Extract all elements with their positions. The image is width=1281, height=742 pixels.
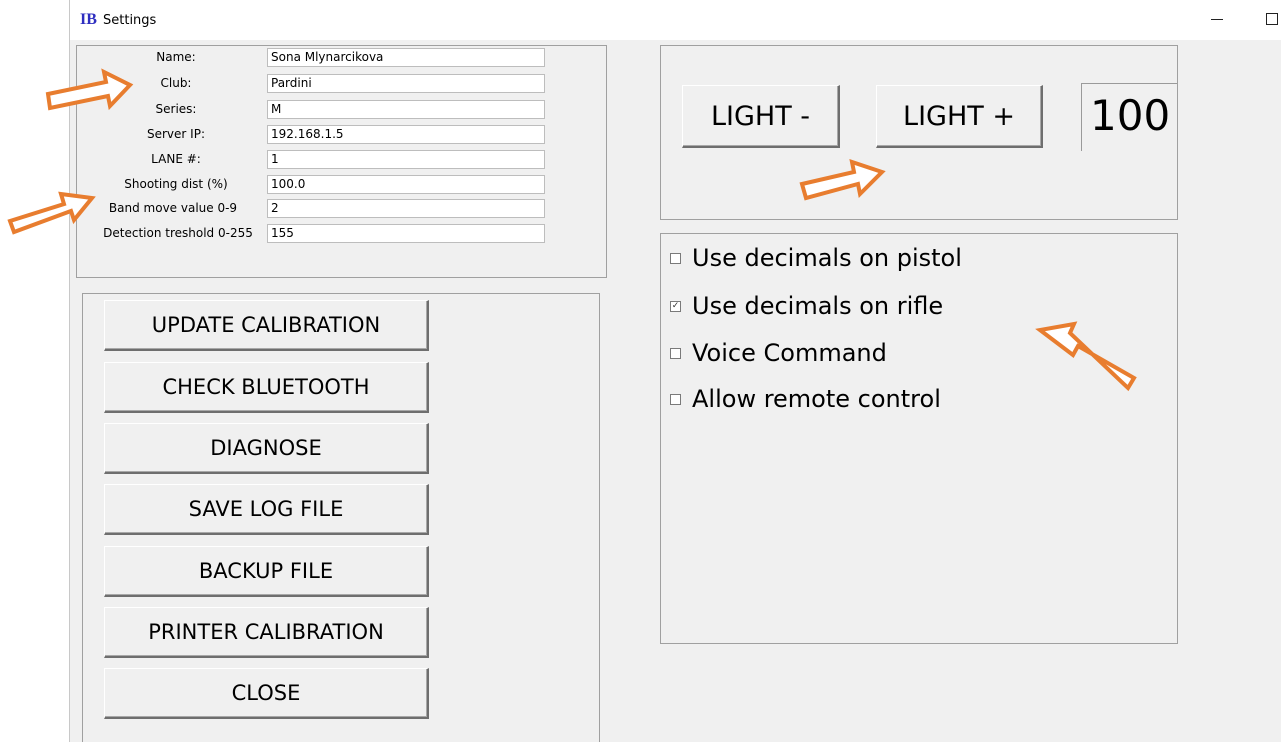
annotation-arrow-light [799, 159, 886, 201]
field-label-shooting-dist: Shooting dist (%) [124, 177, 228, 191]
option-label: Allow remote control [692, 385, 941, 413]
option-decimals-rifle[interactable]: ✓ Use decimals on rifle [670, 291, 943, 321]
window-title: Settings [103, 13, 157, 28]
server-ip-input[interactable]: 192.168.1.5 [267, 125, 545, 144]
field-label-name: Name: [156, 50, 196, 64]
title-bar: IB Settings [0, 0, 1281, 40]
checkbox-checked[interactable]: ✓ [670, 300, 681, 312]
shooting-dist-input[interactable]: 100.0 [267, 175, 545, 194]
update-calibration-button[interactable]: UPDATE CALIBRATION [104, 300, 429, 351]
app-logo: IB [80, 11, 97, 28]
light-minus-button[interactable]: LIGHT - [682, 85, 840, 148]
checkbox[interactable] [670, 347, 681, 359]
printer-calibration-button[interactable]: PRINTER CALIBRATION [104, 607, 429, 658]
annotation-arrow-band-move [7, 191, 96, 235]
annotation-arrow-options [1035, 321, 1137, 392]
series-input[interactable]: M [267, 100, 545, 119]
field-label-server-ip: Server IP: [147, 127, 205, 141]
checkbox[interactable] [670, 252, 681, 264]
option-label: Use decimals on pistol [692, 244, 962, 272]
backup-file-button[interactable]: BACKUP FILE [104, 546, 429, 597]
minimize-icon[interactable] [1208, 6, 1228, 28]
annotation-arrow-club [45, 68, 134, 111]
light-level-value: 100 [1081, 83, 1177, 151]
name-input[interactable]: Sona Mlynarcikova [267, 48, 545, 67]
diagnose-button[interactable]: DIAGNOSE [104, 423, 429, 474]
field-label-lane: LANE #: [151, 152, 201, 166]
detection-threshold-input[interactable]: 155 [267, 224, 545, 243]
field-label-band-move: Band move value 0-9 [108, 201, 238, 215]
maximize-icon[interactable] [1262, 6, 1281, 28]
band-move-input[interactable]: 2 [267, 199, 545, 218]
check-bluetooth-button[interactable]: CHECK BLUETOOTH [104, 362, 429, 413]
light-plus-button[interactable]: LIGHT + [876, 85, 1043, 148]
club-input[interactable]: Pardini [267, 74, 545, 93]
lane-input[interactable]: 1 [267, 150, 545, 169]
save-log-file-button[interactable]: SAVE LOG FILE [104, 484, 429, 535]
checkbox[interactable] [670, 393, 681, 405]
close-button[interactable]: CLOSE [104, 668, 429, 719]
option-allow-remote-control[interactable]: Allow remote control [670, 384, 941, 414]
option-label: Voice Command [692, 339, 887, 367]
option-voice-command[interactable]: Voice Command [670, 338, 887, 368]
option-label: Use decimals on rifle [692, 292, 944, 320]
option-decimals-pistol[interactable]: Use decimals on pistol [670, 243, 962, 273]
field-label-detection-threshold: Detection treshold 0-255 [103, 226, 253, 240]
